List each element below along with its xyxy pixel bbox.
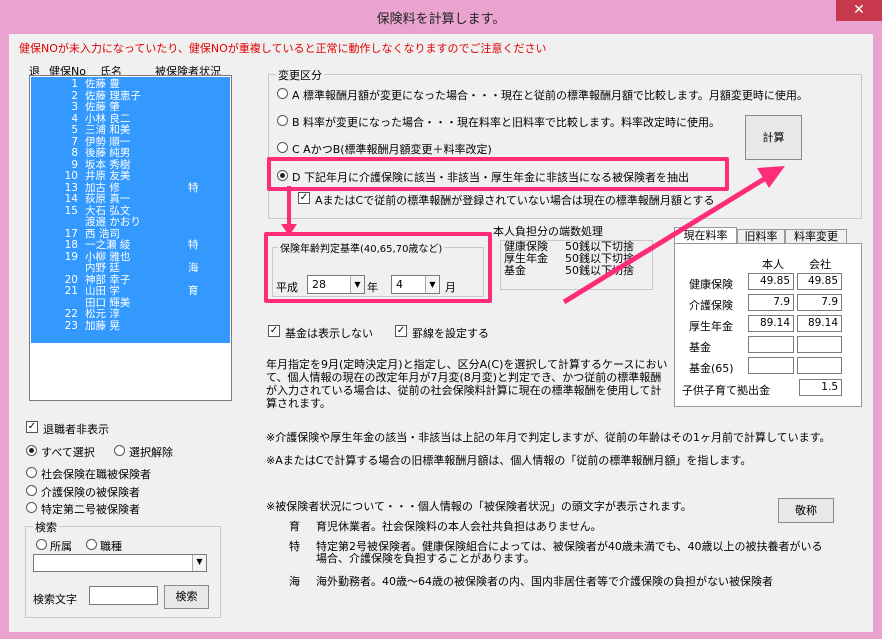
annotation-arrows — [281, 166, 785, 305]
arrow-down-head — [281, 224, 297, 236]
dialog-client: 健保NOが未入力になっていたり、健保NOが重複していると正常に動作しなくなります… — [9, 34, 873, 632]
arrow-diagonal-head — [757, 166, 785, 188]
close-button[interactable]: ✕ — [836, 0, 882, 21]
window-title: 保険料を計算します。 — [376, 12, 506, 27]
title-bar: 保険料を計算します。 ✕ — [0, 0, 882, 34]
arrow-diagonal-line — [562, 173, 771, 305]
